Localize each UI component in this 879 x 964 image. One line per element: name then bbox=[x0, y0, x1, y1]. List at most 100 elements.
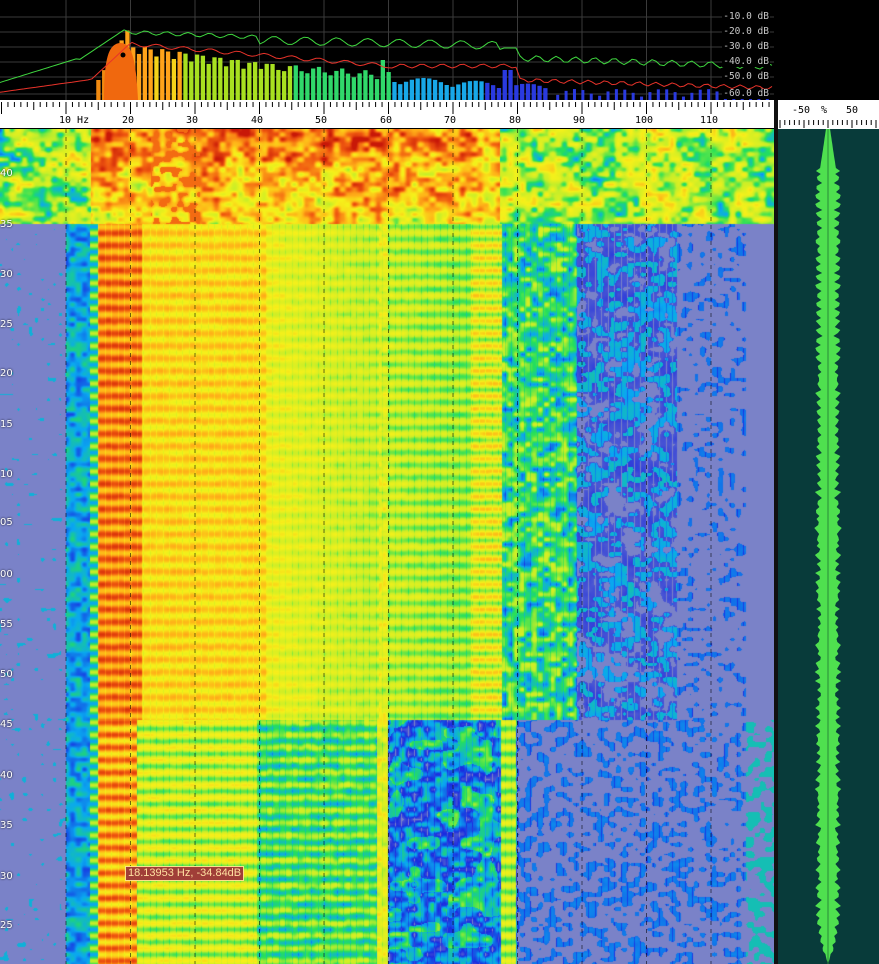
spectrum-bar bbox=[648, 92, 652, 100]
spectrum-bar bbox=[514, 85, 519, 100]
spectrum-bar bbox=[270, 63, 275, 100]
spectrum-bar bbox=[351, 77, 356, 100]
spectrum-bar bbox=[525, 83, 531, 100]
spectrum-bar bbox=[665, 89, 669, 100]
spectrogram-grid bbox=[65, 129, 712, 964]
spectrum-bar bbox=[623, 89, 627, 100]
db-label-30: -30.0 dB bbox=[722, 41, 770, 52]
spectrum-bar bbox=[334, 70, 339, 100]
spectrum-bar bbox=[276, 69, 281, 100]
spectrum-bar bbox=[715, 91, 719, 100]
time-label: 25 bbox=[0, 920, 13, 931]
spectrum-bar bbox=[206, 63, 211, 100]
waveform-trace bbox=[814, 129, 842, 964]
time-label: 35 bbox=[0, 820, 13, 831]
spectrum-bar bbox=[369, 74, 374, 100]
spectrum-bar bbox=[200, 55, 206, 100]
spectrum-bar bbox=[189, 61, 194, 100]
spectrum-bar bbox=[165, 51, 171, 100]
spectrum-bar bbox=[293, 65, 298, 100]
spectrum-bar bbox=[241, 68, 246, 100]
spectrum-bar bbox=[707, 89, 711, 100]
spectrum-bar bbox=[340, 68, 345, 100]
spectrum-bar bbox=[287, 66, 293, 100]
spectrum-bar bbox=[572, 89, 576, 100]
freq-label-10: 10 Hz bbox=[59, 115, 90, 126]
spectrum-bar bbox=[450, 86, 455, 100]
db-label-20: -20.0 dB bbox=[722, 26, 770, 37]
pct-label-neg50: -50 bbox=[792, 105, 811, 116]
spectrum-bar bbox=[496, 88, 502, 100]
spectrum-bar bbox=[345, 73, 351, 100]
spectrum-bar bbox=[432, 79, 438, 100]
spectrum-bar bbox=[508, 70, 513, 100]
db-label-50: -50.0 dB bbox=[722, 71, 770, 82]
spectrum-bar bbox=[409, 79, 415, 100]
time-label: 00 bbox=[0, 569, 13, 580]
spectrogram-view[interactable]: 40 35 30 25 20 15 10 05 00 55 50 45 40 3… bbox=[0, 129, 774, 964]
spectrum-bar bbox=[223, 66, 229, 100]
freq-label-80: 80 bbox=[509, 115, 522, 126]
spectrum-bar bbox=[490, 85, 496, 100]
time-label: 15 bbox=[0, 419, 13, 430]
pct-label-unit: % bbox=[821, 105, 828, 116]
spectrum-cursor-marker bbox=[120, 52, 126, 58]
time-label: 55 bbox=[0, 619, 13, 630]
spectrum-bar bbox=[631, 92, 635, 100]
spectrum-bar bbox=[212, 57, 217, 100]
spectrum-bar bbox=[258, 68, 264, 100]
spectrum-bar bbox=[690, 92, 694, 100]
spectrum-bar bbox=[438, 82, 444, 100]
spectrum-bar bbox=[479, 81, 484, 100]
spectrum-bar bbox=[614, 89, 618, 100]
spectrum-bar bbox=[183, 53, 188, 100]
time-label: 20 bbox=[0, 368, 13, 379]
time-label: 45 bbox=[0, 719, 13, 730]
freq-label-90: 90 bbox=[573, 115, 586, 126]
spectrum-bar bbox=[311, 68, 316, 100]
spectrum-bar bbox=[403, 81, 409, 100]
spectrum-bar bbox=[148, 49, 153, 100]
spectrum-bar bbox=[142, 46, 147, 100]
spectrum-bar bbox=[328, 75, 333, 100]
spectrum-bar bbox=[444, 85, 449, 100]
freq-label-30: 30 bbox=[186, 115, 199, 126]
time-label: 30 bbox=[0, 871, 13, 882]
spectrum-bar bbox=[96, 80, 101, 100]
spectrum-bar bbox=[673, 92, 677, 100]
spectrum-bar bbox=[386, 72, 391, 100]
spectrum-bar bbox=[154, 56, 159, 100]
spectrum-bar bbox=[473, 80, 478, 100]
spectrum-bar bbox=[305, 73, 310, 100]
corner-panel bbox=[774, 0, 879, 100]
spectrum-bar bbox=[194, 54, 200, 100]
time-label: 05 bbox=[0, 517, 13, 528]
freq-label-20: 20 bbox=[122, 115, 135, 126]
freq-label-50: 50 bbox=[315, 115, 328, 126]
spectrum-bar bbox=[392, 81, 397, 100]
spectrum-bar bbox=[461, 82, 467, 100]
waveform-view[interactable] bbox=[778, 129, 879, 964]
freq-label-60: 60 bbox=[380, 115, 393, 126]
spectrum-analyzer[interactable]: -10.0 dB -20.0 dB -30.0 dB -40.0 dB -50.… bbox=[0, 0, 774, 100]
time-label: 25 bbox=[0, 319, 13, 330]
spectrum-bar bbox=[456, 84, 461, 100]
spectrum-bar bbox=[421, 77, 426, 100]
spectrum-bar bbox=[218, 57, 223, 100]
spectrum-bar bbox=[264, 63, 269, 100]
spectrum-bar bbox=[299, 71, 304, 100]
spectrum-bar bbox=[656, 89, 660, 100]
db-label-40: -40.0 dB bbox=[722, 56, 770, 67]
time-label: 40 bbox=[0, 770, 13, 781]
db-label-10: -10.0 dB bbox=[722, 11, 770, 22]
spectrum-bar bbox=[363, 70, 368, 100]
spectrum-bar bbox=[398, 84, 403, 100]
spectrum-bar bbox=[229, 60, 235, 100]
spectrum-bar bbox=[247, 62, 252, 100]
spectrum-bar bbox=[543, 88, 548, 100]
frequency-ruler[interactable]: 10 Hz 20 30 40 50 60 70 80 90 100 110 bbox=[0, 100, 774, 129]
spectrum-bar bbox=[520, 83, 525, 100]
spectrum-bar bbox=[235, 59, 240, 100]
cursor-readout: 18.13953 Hz, -34.84dB bbox=[125, 866, 245, 881]
time-axis: 40 35 30 25 20 15 10 05 00 55 50 45 40 3… bbox=[0, 129, 24, 964]
